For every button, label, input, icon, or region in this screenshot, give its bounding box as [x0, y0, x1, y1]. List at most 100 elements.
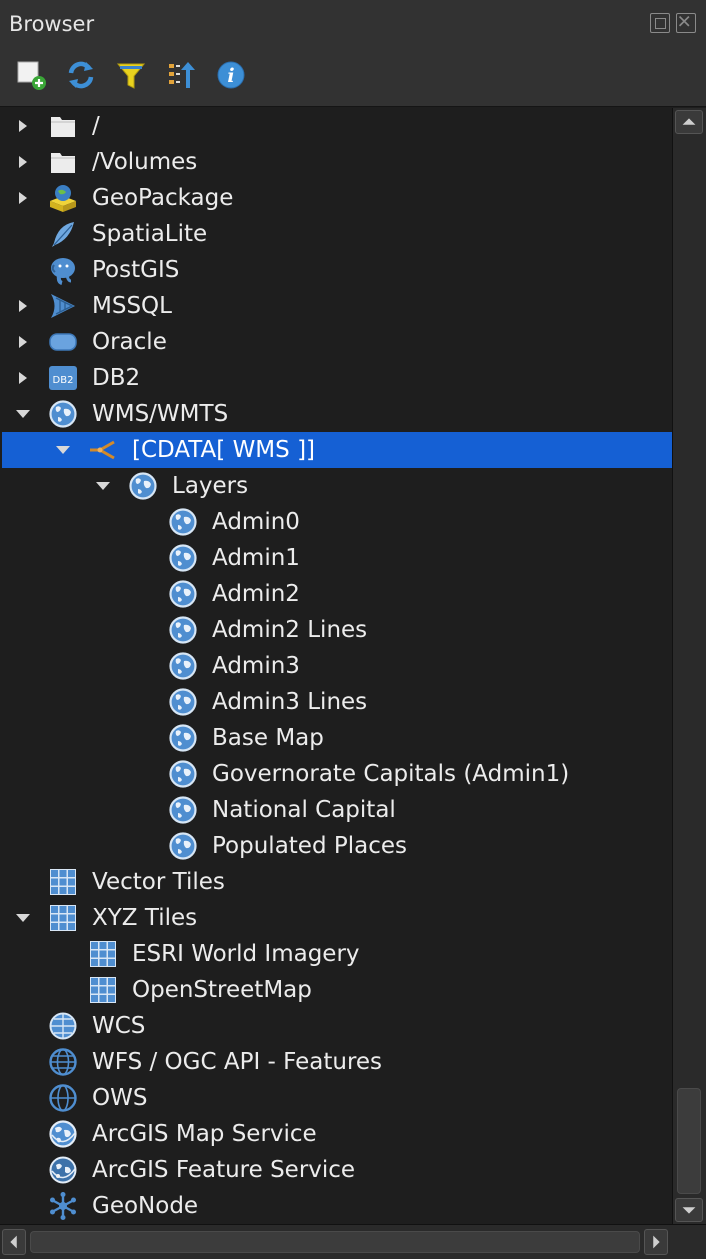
tree-item[interactable]: Admin0	[2, 504, 672, 540]
tree-item-label: [CDATA[ WMS ]]	[132, 437, 316, 463]
chevron-right-icon[interactable]	[14, 369, 32, 387]
tree-item[interactable]: Vector Tiles	[2, 864, 672, 900]
wms-globe-icon	[168, 723, 198, 753]
wms-globe-icon	[168, 687, 198, 717]
tree-item-label: Populated Places	[212, 833, 407, 859]
tree-item[interactable]: Governorate Capitals (Admin1)	[2, 756, 672, 792]
tree-item-label: ArcGIS Feature Service	[92, 1157, 356, 1183]
wcs-globe-icon	[48, 1011, 78, 1041]
tree-item-label: WCS	[92, 1013, 146, 1039]
close-panel-icon[interactable]	[676, 13, 696, 33]
grid-tiles-icon	[48, 867, 78, 897]
tree-item[interactable]: WMS/WMTS	[2, 396, 672, 432]
scroll-left-button[interactable]	[2, 1229, 26, 1255]
browser-tree[interactable]: / /Volumes GeoPackage SpatiaLite PostGIS MSSQ…	[2, 108, 672, 1224]
tree-item[interactable]: Admin1	[2, 540, 672, 576]
ows-globe-icon	[48, 1083, 78, 1113]
scroll-up-button[interactable]	[675, 110, 703, 134]
scroll-down-button[interactable]	[675, 1198, 703, 1222]
chevron-right-icon[interactable]	[14, 333, 32, 351]
collapse-all-icon[interactable]	[164, 58, 198, 92]
tree-item[interactable]: /	[2, 108, 672, 144]
tree-item[interactable]: Oracle	[2, 324, 672, 360]
tree-item-label: Admin2	[212, 581, 300, 607]
tree-item-label: WFS / OGC API - Features	[92, 1049, 383, 1075]
mssql-icon	[48, 291, 78, 321]
tree-item-label: GeoPackage	[92, 185, 234, 211]
tree-item[interactable]: Admin3 Lines	[2, 684, 672, 720]
tree-item[interactable]: DB2 DB2	[2, 360, 672, 396]
tree-item[interactable]: PostGIS	[2, 252, 672, 288]
tree-item[interactable]: Layers	[2, 468, 672, 504]
wms-globe-icon	[168, 579, 198, 609]
chevron-down-icon[interactable]	[94, 477, 112, 495]
tree-item[interactable]: WFS / OGC API - Features	[2, 1044, 672, 1080]
tree-item-label: Admin0	[212, 509, 300, 535]
horizontal-scroll-thumb[interactable]	[30, 1231, 640, 1253]
float-panel-icon[interactable]	[650, 13, 670, 33]
grid-tiles-icon	[88, 975, 118, 1005]
vertical-scroll-thumb[interactable]	[677, 1088, 701, 1194]
wms-globe-icon	[48, 399, 78, 429]
geopackage-icon	[48, 183, 78, 213]
tree-item[interactable]: XYZ Tiles	[2, 900, 672, 936]
postgis-elephant-icon	[48, 255, 78, 285]
vertical-scrollbar[interactable]	[672, 108, 706, 1224]
tree-item[interactable]: Admin2	[2, 576, 672, 612]
tree-item-label: XYZ Tiles	[92, 905, 198, 931]
chevron-down-icon[interactable]	[14, 405, 32, 423]
tree-item-label: ArcGIS Map Service	[92, 1121, 317, 1147]
scroll-right-button[interactable]	[644, 1229, 668, 1255]
tree-item[interactable]: /Volumes	[2, 144, 672, 180]
tree-item-label: PostGIS	[92, 257, 180, 283]
tree-item[interactable]: SpatiaLite	[2, 216, 672, 252]
chevron-right-icon[interactable]	[14, 297, 32, 315]
folder-icon	[48, 111, 78, 141]
tree-item-label: WMS/WMTS	[92, 401, 229, 427]
arcgis-map-icon	[48, 1119, 78, 1149]
tree-item[interactable]: WCS	[2, 1008, 672, 1044]
tree-item[interactable]: Populated Places	[2, 828, 672, 864]
wms-globe-icon	[168, 615, 198, 645]
tree-item[interactable]: Admin2 Lines	[2, 612, 672, 648]
connection-icon	[88, 435, 118, 465]
wfs-globe-icon	[48, 1047, 78, 1077]
tree-item-label: Vector Tiles	[92, 869, 225, 895]
tree-item-label: Oracle	[92, 329, 167, 355]
chevron-right-icon[interactable]	[14, 153, 32, 171]
grid-tiles-icon	[48, 903, 78, 933]
tree-item[interactable]: ESRI World Imagery	[2, 936, 672, 972]
tree-item[interactable]: ArcGIS Feature Service	[2, 1152, 672, 1188]
tree-item[interactable]: OWS	[2, 1080, 672, 1116]
tree-item-label: /Volumes	[92, 149, 198, 175]
tree-item-label: OWS	[92, 1085, 148, 1111]
refresh-icon[interactable]	[64, 58, 98, 92]
tree-item[interactable]: ArcGIS Map Service	[2, 1116, 672, 1152]
grid-tiles-icon	[88, 939, 118, 969]
tree-item[interactable]: Admin3	[2, 648, 672, 684]
tree-item[interactable]: OpenStreetMap	[2, 972, 672, 1008]
tree-item[interactable]: Base Map	[2, 720, 672, 756]
tree-item[interactable]: National Capital	[2, 792, 672, 828]
tree-item[interactable]: [CDATA[ WMS ]]	[2, 432, 672, 468]
tree-item-label: ESRI World Imagery	[132, 941, 360, 967]
tree-item[interactable]: GeoPackage	[2, 180, 672, 216]
oracle-icon	[48, 327, 78, 357]
tree-item-label: OpenStreetMap	[132, 977, 312, 1003]
add-layer-icon[interactable]	[14, 58, 48, 92]
spatialite-feather-icon	[48, 219, 78, 249]
horizontal-scrollbar[interactable]	[0, 1224, 706, 1259]
filter-icon[interactable]	[114, 58, 148, 92]
chevron-right-icon[interactable]	[14, 117, 32, 135]
tree-item[interactable]: GeoNode	[2, 1188, 672, 1224]
wms-globe-icon	[168, 831, 198, 861]
tree-item[interactable]: MSSQL	[2, 288, 672, 324]
tree-item-label: GeoNode	[92, 1193, 199, 1219]
chevron-down-icon[interactable]	[54, 441, 72, 459]
arcgis-feature-icon	[48, 1155, 78, 1185]
wms-globe-icon	[168, 543, 198, 573]
info-icon[interactable]: i	[214, 58, 248, 92]
geonode-icon	[48, 1191, 78, 1221]
chevron-right-icon[interactable]	[14, 189, 32, 207]
chevron-down-icon[interactable]	[14, 909, 32, 927]
